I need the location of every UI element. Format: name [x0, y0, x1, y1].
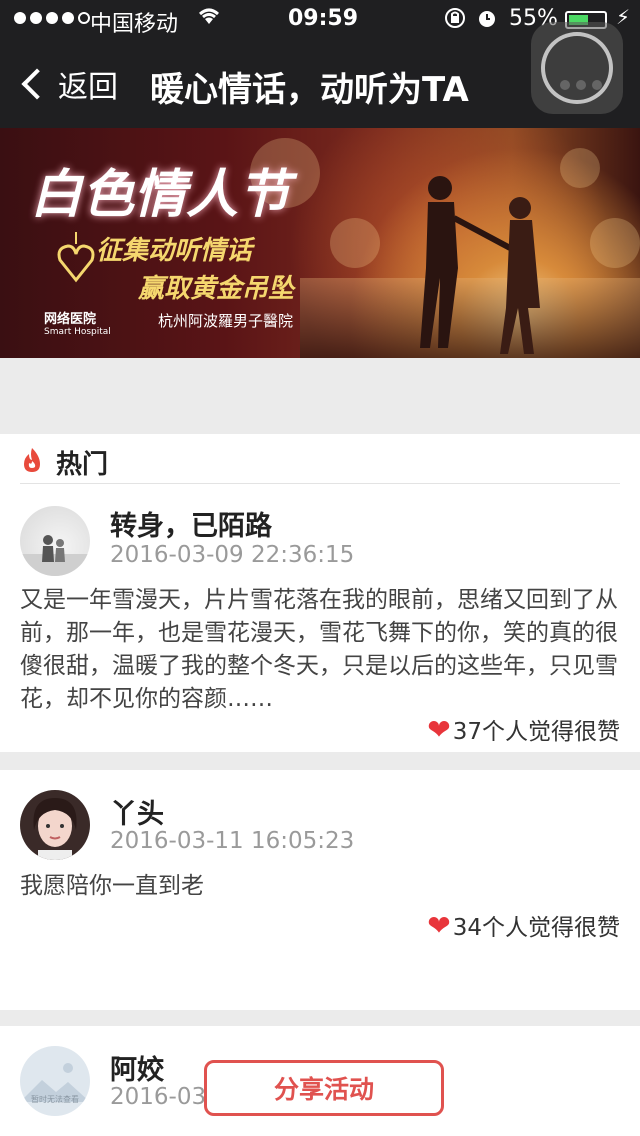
- post-time: 2016-03-09 22:36:15: [110, 542, 355, 568]
- avatar-placeholder-text: 暂时无法查看: [31, 1095, 79, 1104]
- couple-silhouette: [420, 176, 540, 354]
- banner-line-1: 征集动听情话: [96, 236, 253, 266]
- signal-icon: [14, 12, 90, 24]
- avatar[interactable]: [20, 790, 90, 860]
- section-label: 热门: [56, 450, 109, 480]
- alarm-icon: [476, 6, 498, 36]
- orientation-lock-icon: [443, 6, 467, 36]
- author-name: 丫头: [110, 799, 164, 830]
- back-button[interactable]: 返回: [18, 62, 118, 106]
- banner-title: 白色情人节: [30, 164, 291, 225]
- avatar[interactable]: [20, 506, 90, 576]
- like-count[interactable]: ❤ 37个人觉得很赞: [427, 712, 620, 746]
- post-content: 我愿陪你一直到老: [20, 873, 204, 899]
- author-name: 转身，已陌路: [110, 511, 272, 542]
- banner-line-2: 赢取黄金吊坠: [138, 274, 295, 304]
- post-time: 2016-03-: [110, 1084, 215, 1110]
- assistive-touch-icon: [541, 32, 613, 104]
- author-name: 阿姣: [110, 1055, 164, 1086]
- carrier-label: 中国移动: [90, 12, 179, 37]
- post-card[interactable]: 转身，已陌路 2016-03-09 22:36:15 又是一年雪漫天，片片雪花落…: [0, 484, 640, 752]
- heart-icon: ❤: [427, 712, 451, 746]
- share-activity-button[interactable]: 分享活动: [204, 1060, 444, 1116]
- chevron-left-icon: [21, 68, 53, 100]
- like-label: 37个人觉得很赞: [452, 719, 620, 745]
- post-card[interactable]: 丫头 2016-03-11 16:05:23 我愿陪你一直到老 ❤ 34个人觉得…: [0, 770, 640, 1010]
- event-banner[interactable]: 白色情人节 征集动听情话 赢取黄金吊坠 网络医院 Smart Hospital …: [0, 128, 640, 358]
- post-time: 2016-03-11 16:05:23: [110, 828, 355, 854]
- bokeh-light: [330, 218, 380, 268]
- post-content: 又是一年雪漫天，片片雪花落在我的眼前，思绪又回到了从前，那一年，也是雪花漫天，雪…: [20, 587, 618, 712]
- wifi-icon: [196, 4, 222, 32]
- apollo-hospital-logo: 杭州阿波羅男子醫院: [158, 312, 294, 330]
- charging-icon: ⚡: [616, 5, 631, 29]
- assistive-touch-button[interactable]: [531, 22, 623, 114]
- avatar[interactable]: 暂时无法查看: [20, 1046, 90, 1116]
- back-label: 返回: [58, 70, 118, 105]
- heart-icon: ❤: [427, 908, 451, 942]
- like-count[interactable]: ❤ 34个人觉得很赞: [427, 908, 620, 942]
- page-title: 暖心情话，动听为TA: [150, 70, 469, 110]
- bokeh-light: [590, 218, 640, 268]
- clock: 09:59: [288, 6, 359, 31]
- hot-section-header: 热门: [0, 434, 640, 484]
- network-hospital-logo: 网络医院 Smart Hospital: [44, 312, 111, 337]
- like-label: 34个人觉得很赞: [452, 915, 620, 941]
- fire-icon: [20, 446, 44, 480]
- pendant-heart-icon: [57, 232, 95, 283]
